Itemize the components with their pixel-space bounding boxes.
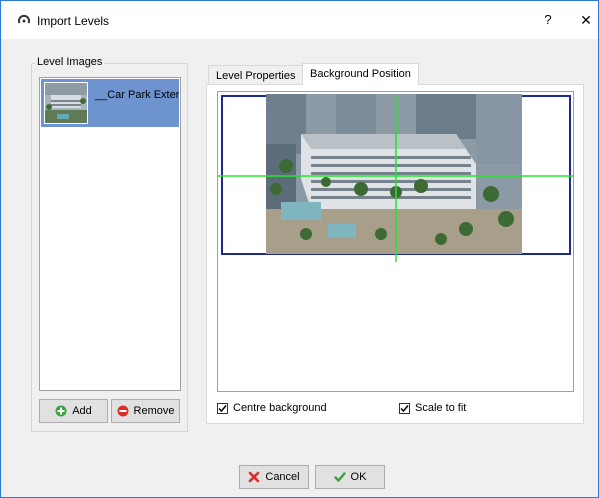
- tab-background-position[interactable]: Background Position: [302, 63, 419, 85]
- centre-background-label: Centre background: [233, 402, 327, 414]
- level-images-list[interactable]: __Car Park Exterior: [39, 77, 181, 391]
- cross-icon: [249, 471, 260, 483]
- window-title: Import Levels: [37, 14, 110, 28]
- ok-button-label: OK: [350, 471, 367, 483]
- scale-to-fit-checkbox[interactable]: Scale to fit: [399, 402, 466, 414]
- remove-button-label: Remove: [133, 405, 175, 417]
- checkmark-icon: [333, 472, 346, 482]
- centre-background-checkbox[interactable]: Centre background: [217, 402, 327, 414]
- plus-icon: [55, 405, 67, 417]
- background-preview-canvas[interactable]: [217, 91, 574, 392]
- add-button-label: Add: [72, 405, 92, 417]
- cancel-button-label: Cancel: [265, 471, 300, 483]
- import-levels-dialog: Import Levels ? ✕ Level Images __Car Par…: [0, 0, 599, 498]
- level-item-label: __Car Park Exterior: [95, 89, 179, 101]
- remove-button[interactable]: Remove: [111, 399, 180, 423]
- scale-to-fit-label: Scale to fit: [415, 402, 467, 414]
- app-icon: [18, 14, 30, 24]
- add-button[interactable]: Add: [39, 399, 108, 423]
- checkbox-checked-icon[interactable]: [217, 402, 228, 414]
- list-item[interactable]: __Car Park Exterior: [41, 79, 179, 127]
- level-images-group-title: Level Images: [35, 56, 105, 68]
- minus-icon: [117, 405, 129, 417]
- checkbox-checked-icon[interactable]: [399, 402, 410, 414]
- crosshair-overlay: [218, 95, 573, 262]
- help-button[interactable]: ?: [537, 7, 559, 33]
- close-button[interactable]: ✕: [575, 7, 597, 33]
- title-bar: Import Levels ? ✕: [1, 1, 598, 39]
- tab-level-properties[interactable]: Level Properties: [208, 65, 304, 86]
- level-thumbnail: [44, 82, 88, 124]
- ok-button[interactable]: OK: [315, 465, 385, 489]
- cancel-button[interactable]: Cancel: [239, 465, 309, 489]
